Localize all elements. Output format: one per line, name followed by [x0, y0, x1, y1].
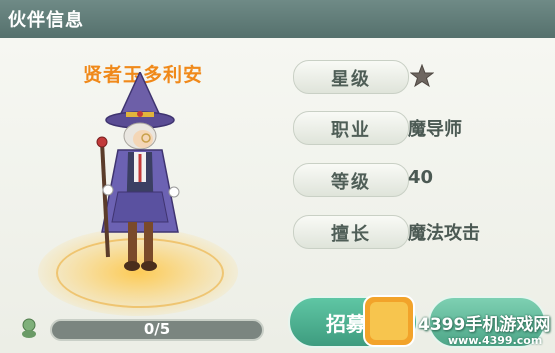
title-bar: 伙伴信息 [0, 0, 555, 38]
watermark-url: www.4399.com [448, 334, 543, 347]
soul-fragment-icon [22, 318, 36, 338]
fragment-progress-text: 0/5 [143, 320, 171, 338]
partner-character-image[interactable] [88, 72, 198, 282]
watermark-site-name: 4399手机游戏网 [418, 315, 551, 335]
star-rating-label: 星级 [331, 69, 371, 90]
specialty-value: 魔法攻击 [408, 223, 480, 244]
attribute-label-pill: 擅长 [293, 215, 409, 249]
star-icon [410, 64, 434, 88]
specialty-label: 擅长 [331, 224, 371, 245]
level-label: 等级 [331, 172, 371, 193]
class-value: 魔导师 [408, 119, 462, 140]
watermark-logo [363, 295, 415, 347]
attribute-label-pill: 职业 [293, 111, 409, 145]
attribute-label-pill: 星级 [293, 60, 409, 94]
page-title: 伙伴信息 [8, 10, 84, 31]
attribute-label-pill: 等级 [293, 163, 409, 197]
recruit-button-label: 招募 [326, 312, 366, 336]
level-value: 40 [408, 167, 434, 188]
class-label: 职业 [331, 120, 371, 141]
